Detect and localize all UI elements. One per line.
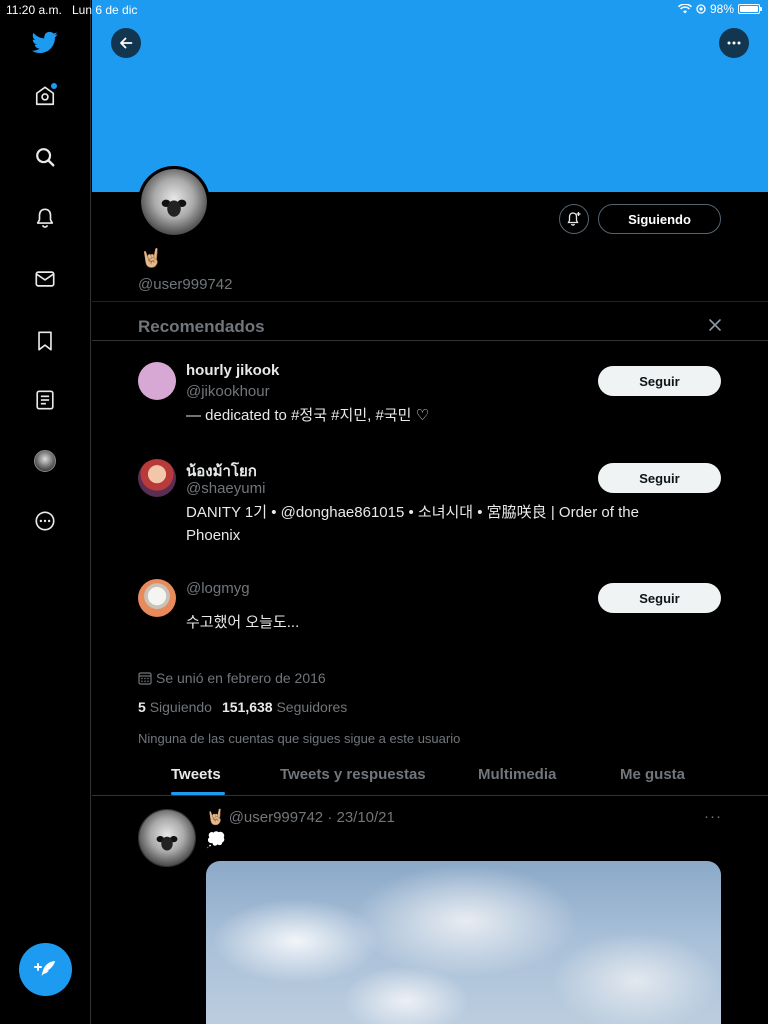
status-time: 11:20 a.m. <box>6 3 62 17</box>
profile-banner <box>92 0 768 192</box>
no-mutual-followers: Ninguna de las cuentas que sigues sigue … <box>138 731 461 746</box>
battery-icon <box>738 4 762 14</box>
tab-tweets-replies[interactable]: Tweets y respuestas <box>280 766 426 783</box>
profile-display-name: 🤘🏼 <box>140 248 163 268</box>
notification-dot <box>51 83 57 89</box>
tab-media[interactable]: Multimedia <box>478 766 556 783</box>
home-icon[interactable] <box>22 73 68 119</box>
status-date: Lun 6 de dic <box>72 3 138 17</box>
back-button[interactable] <box>111 28 141 58</box>
tab-likes[interactable]: Me gusta <box>620 766 685 783</box>
bell-icon[interactable] <box>22 195 68 241</box>
active-tab-indicator <box>171 792 225 795</box>
search-icon[interactable] <box>22 134 68 180</box>
followers-label: Seguidores <box>276 699 348 715</box>
recommended-title: Recomendados <box>138 317 265 336</box>
profile-tabs: Tweets Tweets y respuestas Multimedia Me… <box>92 752 768 796</box>
follow-button[interactable]: Seguir <box>598 463 721 493</box>
joined-text: Se unió en febrero de 2016 <box>156 670 326 686</box>
recommended-handle: @shaeyumi <box>186 480 266 497</box>
calendar-icon <box>138 672 152 685</box>
profile-avatar-icon[interactable] <box>22 438 68 484</box>
tweet-avatar[interactable] <box>138 809 196 867</box>
avatar[interactable] <box>138 579 176 617</box>
mail-icon[interactable] <box>22 256 68 302</box>
follow-button[interactable]: Seguir <box>598 583 721 613</box>
more-horizontal-icon <box>727 41 741 45</box>
recommended-bio: — dedicated to #정국 #지민, #국민 ♡ <box>186 407 430 424</box>
joined-date: Se unió en febrero de 2016 <box>138 670 326 686</box>
following-label: Siguiendo <box>149 699 212 715</box>
profile-main: Siguiendo 🤘🏼 @user999742 Recomendados ho… <box>92 0 768 1024</box>
arrow-left-icon <box>120 37 133 49</box>
battery-percent: 98% <box>709 2 734 16</box>
tweet-more-button[interactable]: ··· <box>704 808 722 825</box>
recommended-name[interactable]: hourly jikook <box>186 362 279 379</box>
tweet-header: 🤘🏼 @user999742 · 23/10/21 <box>206 808 395 826</box>
status-right: 98% <box>677 2 762 16</box>
avatar[interactable] <box>138 362 176 400</box>
status-bar: 11:20 a.m. Lun 6 de dic 98% <box>0 0 768 18</box>
profile-avatar[interactable] <box>138 166 210 238</box>
follow-stats: 5 Siguiendo 151,638 Seguidores <box>138 699 347 715</box>
bookmark-icon[interactable] <box>22 318 68 364</box>
followers-link[interactable]: 151,638 Seguidores <box>222 699 347 715</box>
avatar <box>34 450 56 472</box>
following-button[interactable]: Siguiendo <box>598 204 721 234</box>
twitter-logo-icon[interactable] <box>22 19 68 65</box>
following-count: 5 <box>138 699 146 715</box>
lists-icon[interactable] <box>22 377 68 423</box>
recommended-bio: DANITY 1기 • @donghae861015 • 소녀시대 • 宮脇咲良… <box>186 504 639 544</box>
following-link[interactable]: 5 Siguiendo <box>138 699 212 715</box>
tweet-handle-date: @user999742 · 23/10/21 <box>228 809 395 826</box>
avatar[interactable] <box>138 459 176 497</box>
compose-tweet-button[interactable] <box>19 943 72 996</box>
tab-tweets[interactable]: Tweets <box>171 766 221 783</box>
recommended-bio: 수고했어 오늘도... <box>186 614 300 631</box>
follow-button[interactable]: Seguir <box>598 366 721 396</box>
profile-handle: @user999742 <box>138 276 233 293</box>
location-icon <box>696 4 706 14</box>
recommended-handle[interactable]: @logmyg <box>186 580 250 597</box>
more-options-button[interactable] <box>719 28 749 58</box>
sidebar-nav <box>0 0 91 1024</box>
recommended-handle: @jikookhour <box>186 383 270 400</box>
tweet-author-name[interactable]: 🤘🏼 <box>206 809 225 826</box>
close-icon[interactable] <box>708 318 722 332</box>
followers-count: 151,638 <box>221 699 273 715</box>
more-icon[interactable] <box>22 498 68 544</box>
recommended-header: Recomendados <box>92 301 768 341</box>
wifi-icon <box>677 4 692 14</box>
notify-button[interactable] <box>559 204 589 234</box>
bell-plus-icon <box>567 212 581 226</box>
tweet-text: 💭 <box>206 832 226 849</box>
tweet-media-image[interactable] <box>206 861 721 1024</box>
compose-tweet-icon <box>33 960 55 976</box>
